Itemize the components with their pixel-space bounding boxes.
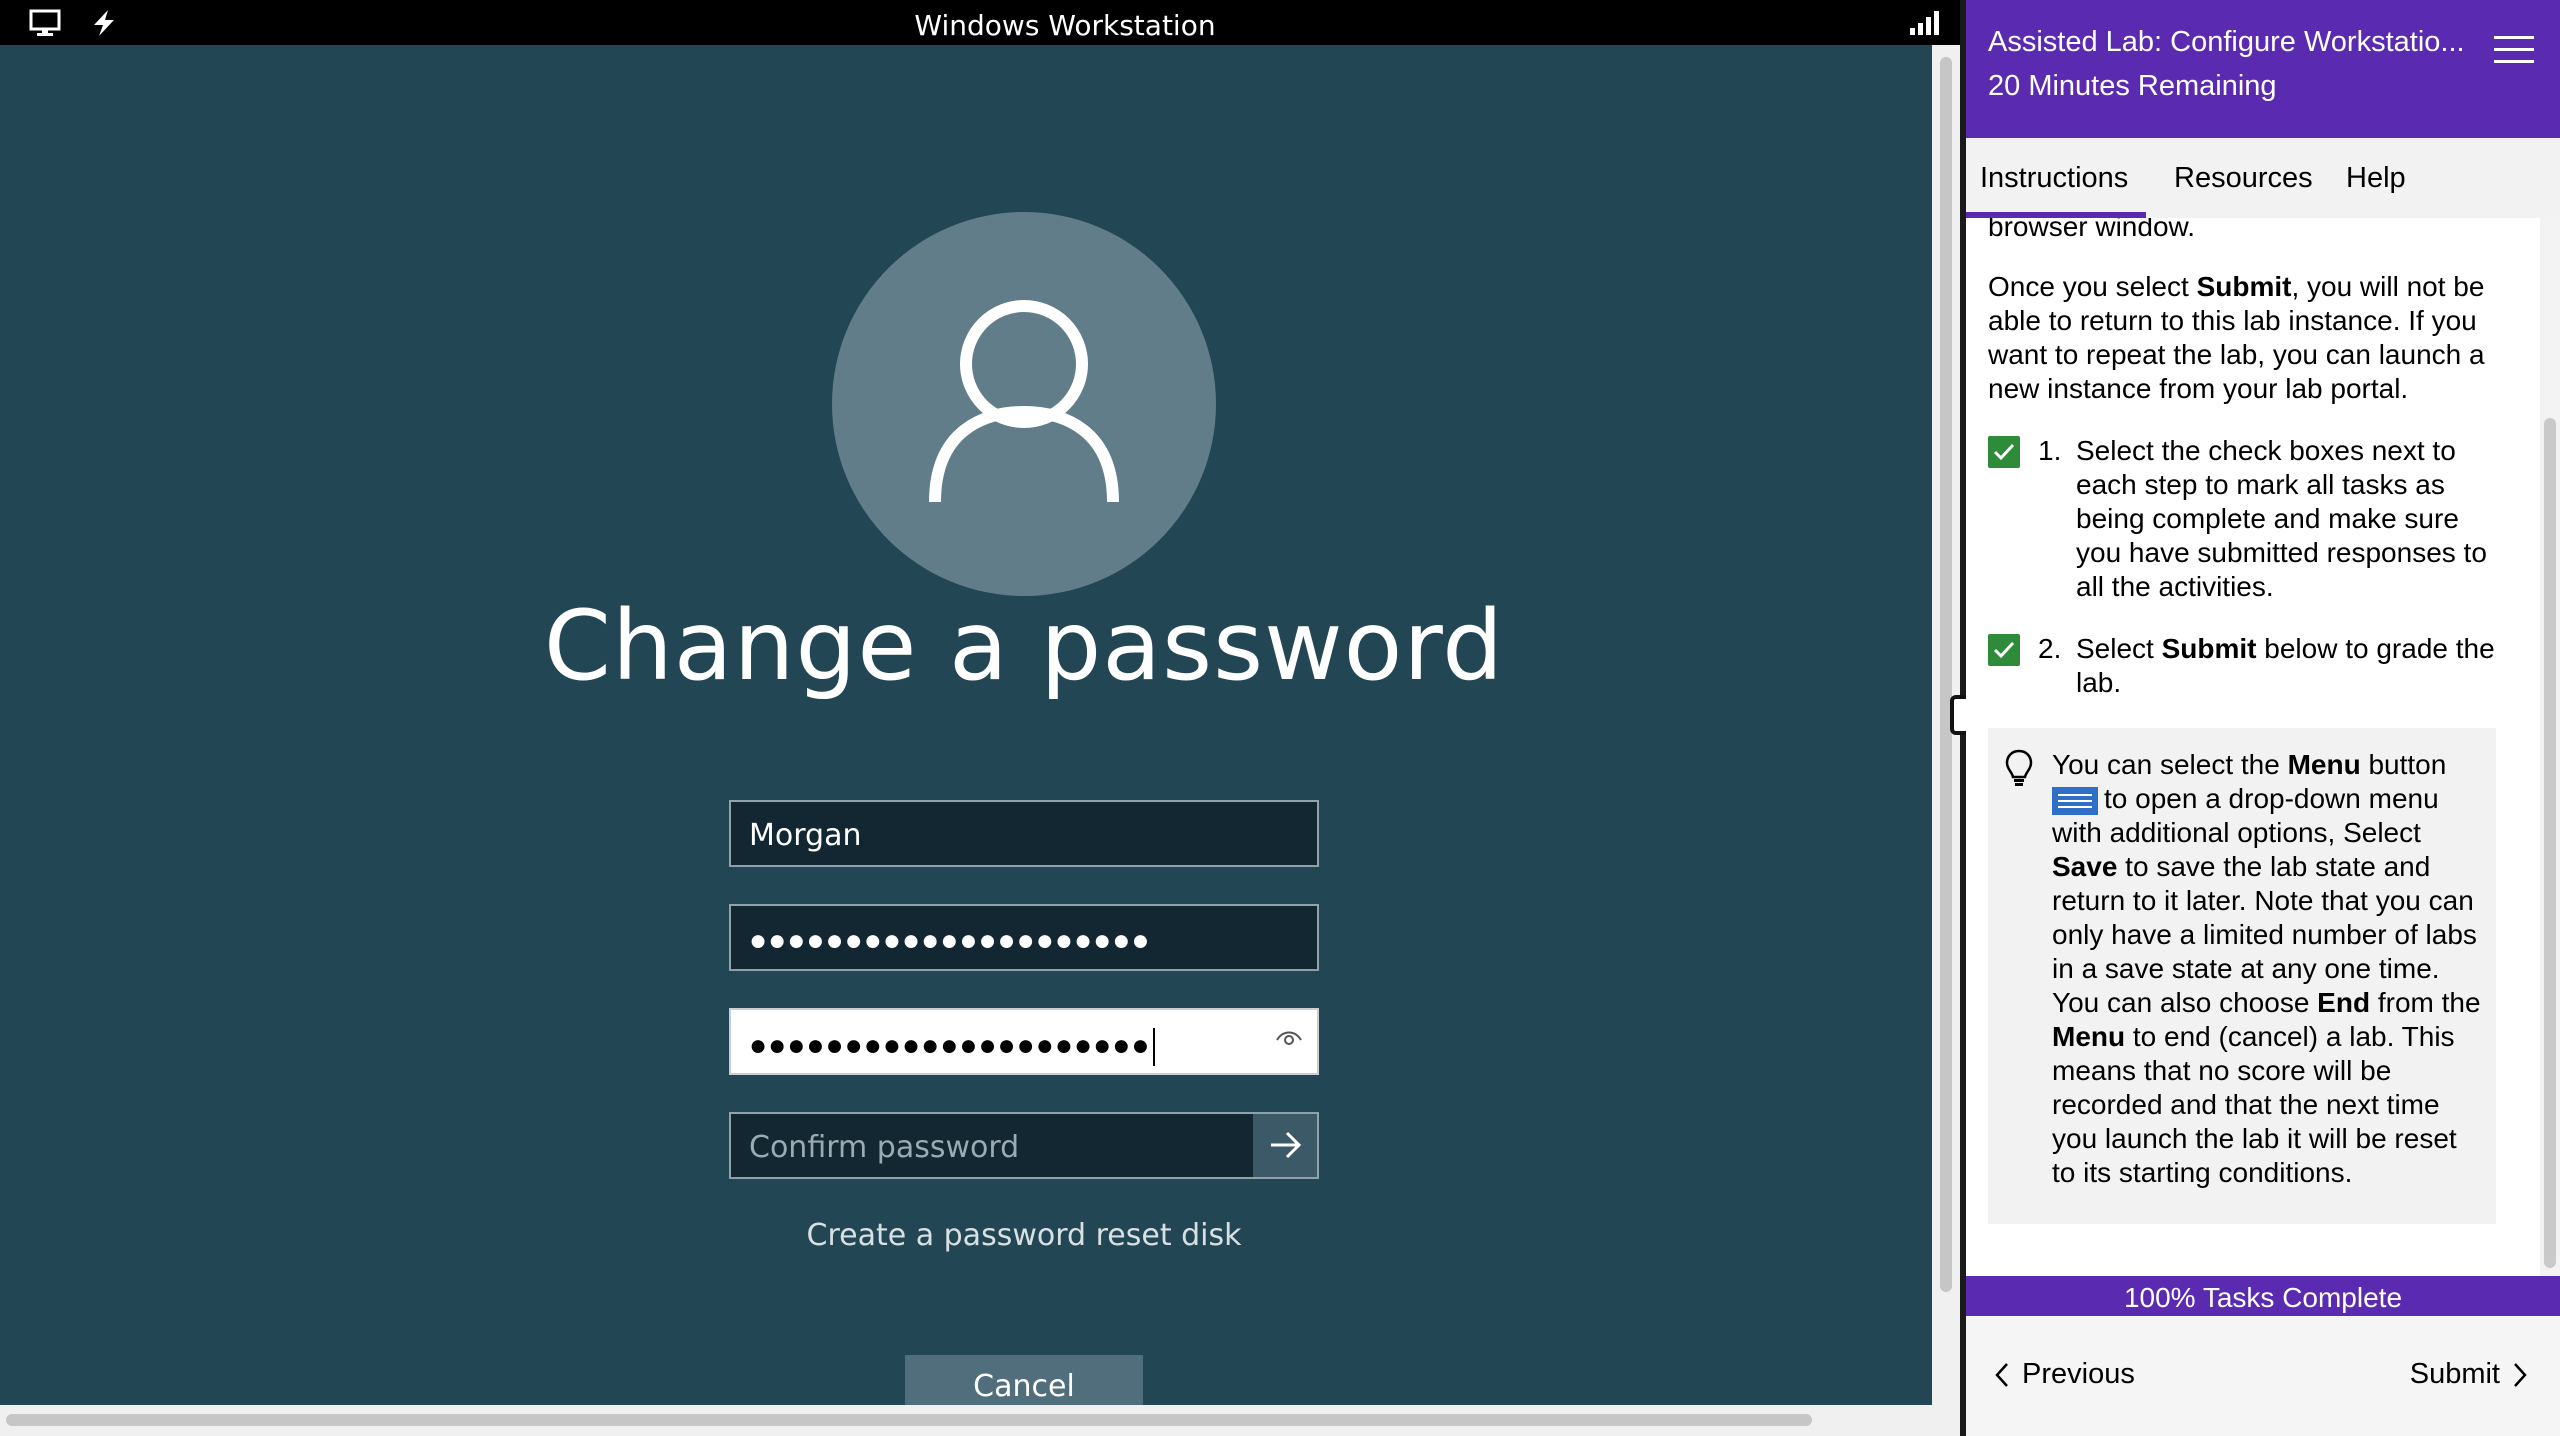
intro-text: browser window. <box>1988 218 2195 242</box>
tab-help[interactable]: Help <box>2346 162 2406 195</box>
step-text: Select the check boxes next to each step… <box>2076 435 2487 602</box>
checkmark-icon <box>1993 443 2015 461</box>
menu-inline-icon <box>2052 786 2098 815</box>
new-password-field[interactable]: ●●●●●●●●●●●●●●●●●●●●● <box>729 1008 1319 1075</box>
tip-box: You can select the Menu button to open a… <box>1988 728 2496 1224</box>
menu-icon[interactable] <box>2494 36 2534 64</box>
step-number: 2. <box>2038 633 2062 664</box>
step-number: 1. <box>2038 435 2062 466</box>
step-checkbox[interactable] <box>1988 634 2020 666</box>
username-value: Morgan <box>749 818 862 853</box>
step-text: Select Submit below to grade the lab. <box>2076 633 2495 698</box>
tab-resources[interactable]: Resources <box>2174 162 2313 195</box>
username-field[interactable]: Morgan <box>729 800 1319 867</box>
scrollbar-thumb[interactable] <box>6 1414 1812 1426</box>
confirm-password-field[interactable]: Confirm password <box>729 1112 1319 1179</box>
previous-label: Previous <box>2022 1358 2135 1390</box>
step-checkbox[interactable] <box>1988 436 2020 468</box>
reveal-password-icon[interactable] <box>1275 1028 1303 1053</box>
lab-footer: Previous Submit <box>1966 1316 2560 1436</box>
signal-icon <box>1908 10 1940 41</box>
instructions-content[interactable]: browser window. Once you select Submit, … <box>1966 218 2540 1276</box>
page-title: Change a password <box>543 590 1505 702</box>
lab-title: Assisted Lab: Configure Workstatio... <box>1988 26 2465 58</box>
scrollbar-thumb[interactable] <box>2544 418 2556 1268</box>
text-caret <box>1152 1028 1155 1066</box>
submit-arrow-button[interactable] <box>1253 1114 1317 1177</box>
old-password-mask: ●●●●●●●●●●●●●●●●●●●●● <box>749 924 1151 957</box>
time-remaining: 20 Minutes Remaining <box>1988 70 2277 102</box>
user-icon <box>929 300 1119 503</box>
confirm-password-placeholder: Confirm password <box>749 1130 1020 1165</box>
arrow-right-icon <box>1271 1131 1302 1159</box>
scrollbar-thumb[interactable] <box>1940 57 1952 1292</box>
lab-header: Assisted Lab: Configure Workstatio... 20… <box>1966 0 2560 138</box>
lab-panel: Assisted Lab: Configure Workstatio... 20… <box>1966 0 2560 1436</box>
avatar <box>832 212 1216 596</box>
vm-toolbar: Windows Workstation <box>0 0 1960 45</box>
submit-button[interactable]: Submit <box>2410 1358 2530 1391</box>
instructions-scrollbar[interactable] <box>2540 218 2560 1276</box>
new-password-mask: ●●●●●●●●●●●●●●●●●●●●● <box>749 1028 1151 1062</box>
tab-bar: Instructions Resources Help <box>1966 138 2560 218</box>
vm-screen[interactable] <box>0 45 1932 1405</box>
previous-button[interactable]: Previous <box>1992 1358 2135 1391</box>
vm-title: Windows Workstation <box>914 9 1216 42</box>
chevron-right-icon <box>2514 1363 2527 1388</box>
old-password-field[interactable]: ●●●●●●●●●●●●●●●●●●●●● <box>729 904 1319 971</box>
progress-bar: 100% Tasks Complete <box>1966 1276 2560 1316</box>
submit-note: Once you select Submit, you will not be … <box>1988 271 2485 404</box>
vm-horizontal-scrollbar[interactable] <box>0 1405 1960 1436</box>
lightbulb-icon <box>2004 748 2034 796</box>
chevron-left-icon <box>1995 1363 2008 1388</box>
tab-instructions[interactable]: Instructions <box>1980 162 2128 195</box>
tip-text: You can select the Menu button to open a… <box>2052 749 2481 1188</box>
checkmark-icon <box>1993 641 2015 659</box>
submit-label: Submit <box>2409 1358 2500 1390</box>
password-reset-link[interactable]: Create a password reset disk <box>0 1218 2048 1253</box>
